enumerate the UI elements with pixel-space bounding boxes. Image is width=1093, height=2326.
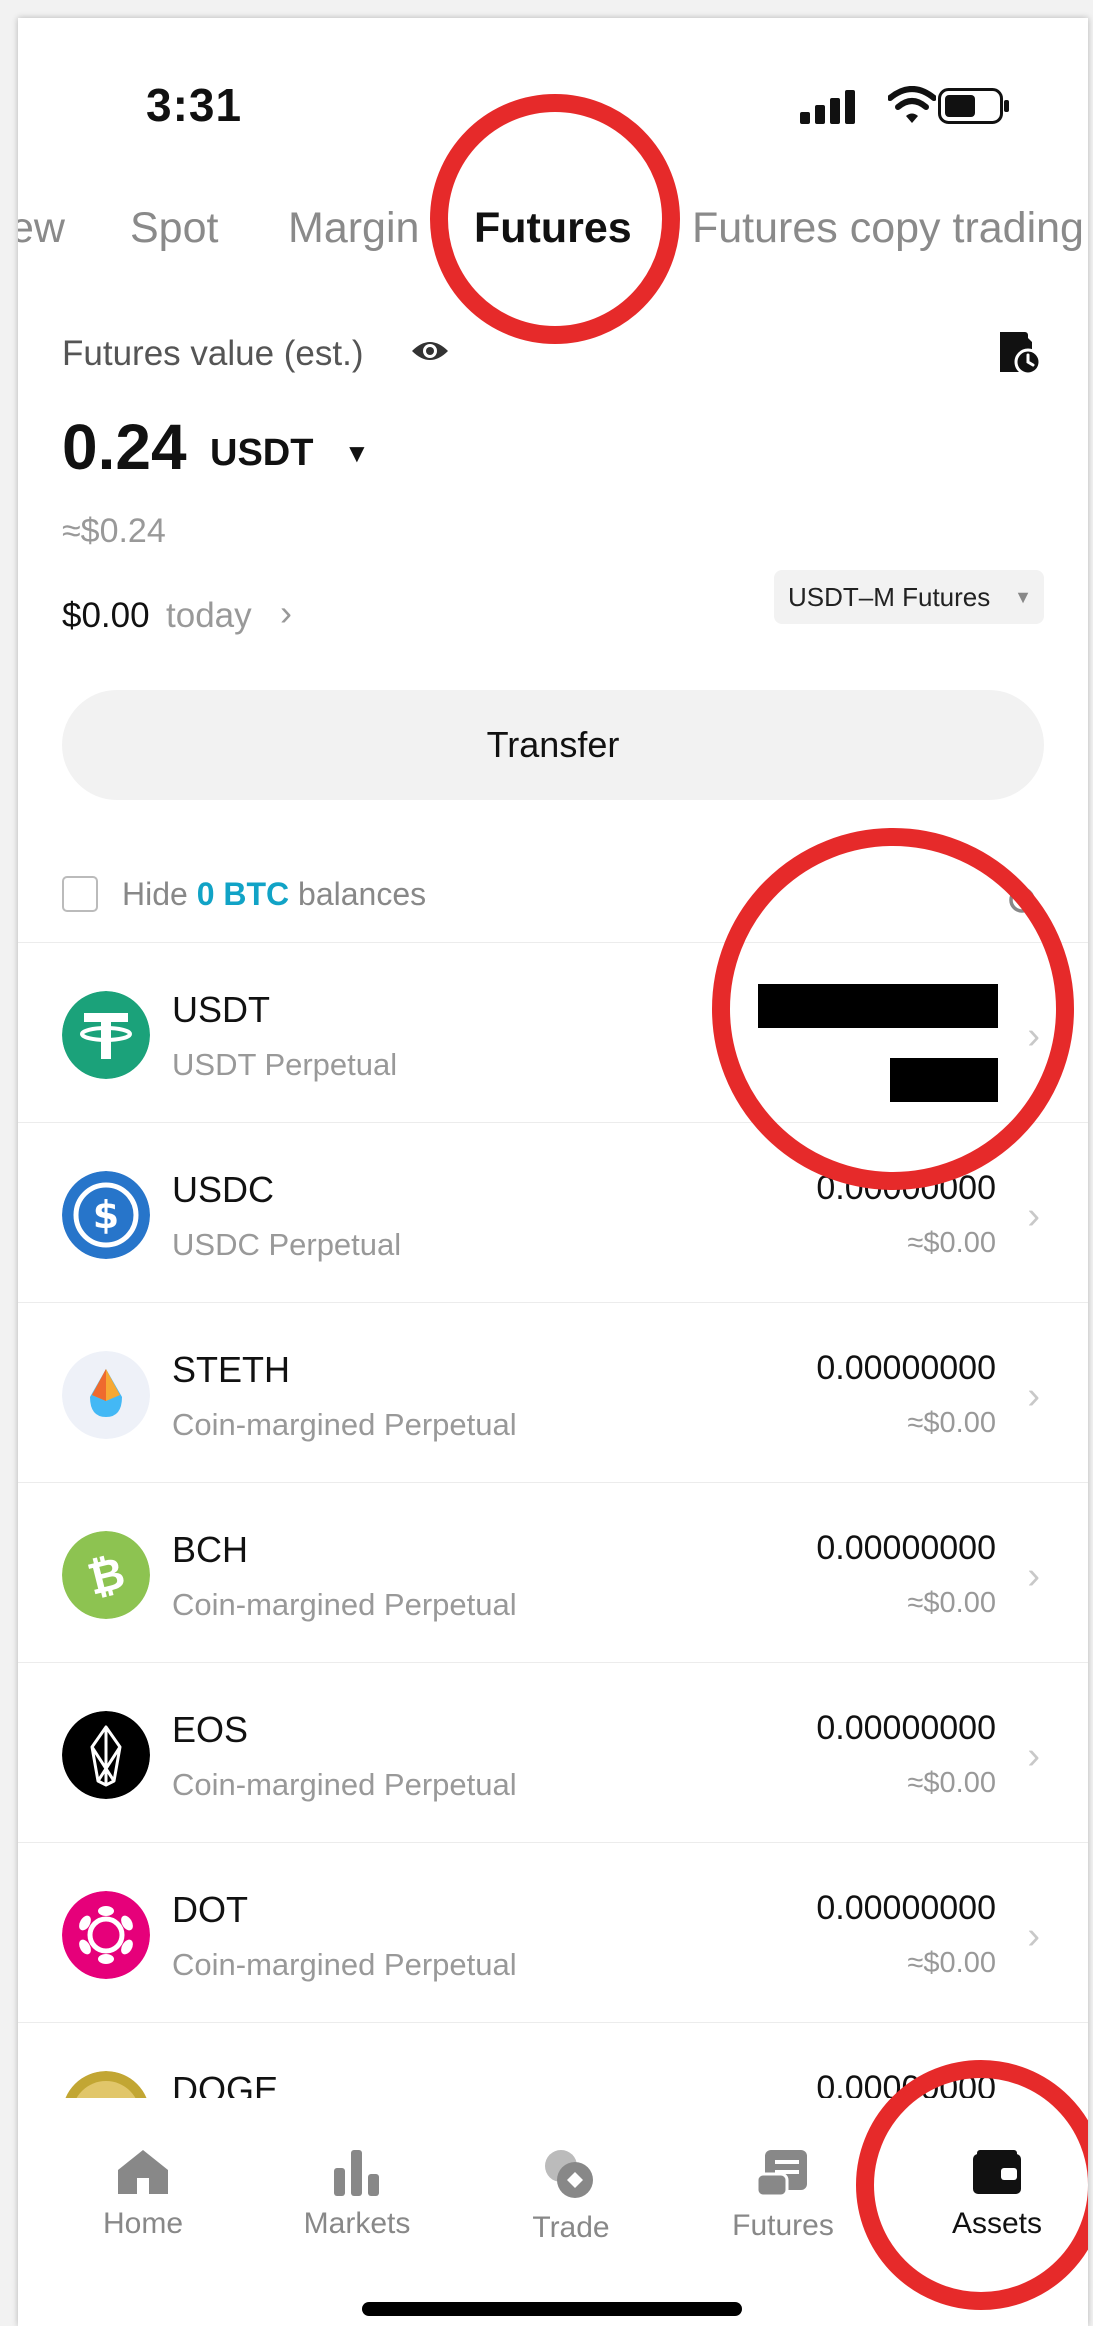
history-document-icon[interactable]: [996, 328, 1042, 376]
eye-icon[interactable]: [410, 336, 450, 366]
hide-threshold: 0 BTC: [196, 876, 290, 912]
tab-spot[interactable]: Spot: [130, 204, 218, 253]
asset-row-usdc[interactable]: $ USDC USDC Perpetual 0.00000000 ≈$0.00 …: [18, 1122, 1088, 1303]
nav-markets[interactable]: Markets: [282, 2148, 432, 2241]
caret-down-icon[interactable]: ▼: [344, 438, 370, 469]
tether-icon: [62, 991, 150, 1079]
asset-usd-value: ≈$0.00: [907, 1767, 997, 1799]
nav-label: Home: [102, 2207, 184, 2240]
asset-usd-value: ≈$0.00: [907, 1947, 997, 1979]
trade-icon: [545, 2150, 593, 2198]
asset-name: STETH: [172, 1349, 291, 1390]
bottom-tab-bar: Home Markets Trade Futures Assets: [18, 2098, 1088, 2326]
nav-label: Futures: [732, 2209, 834, 2242]
asset-name: EOS: [172, 1709, 249, 1750]
futures-type-select[interactable]: USDT–M Futures ▼: [774, 570, 1044, 624]
asset-row-eos[interactable]: EOS Coin-margined Perpetual 0.00000000 ≈…: [18, 1662, 1088, 1843]
usdc-icon: $: [62, 1171, 150, 1259]
tab-overview[interactable]: ew: [18, 204, 65, 253]
asset-name: DOT: [172, 1889, 248, 1930]
asset-subtitle: Coin-margined Perpetual: [172, 1587, 517, 1622]
chevron-right-icon: ›: [1027, 1555, 1040, 1597]
wifi-icon: [888, 86, 936, 123]
tab-futures-copy-trading[interactable]: Futures copy trading: [692, 204, 1084, 253]
battery-icon: [938, 88, 1009, 124]
futures-value-label: Futures value (est.): [62, 334, 364, 373]
asset-name: USDT: [172, 989, 270, 1030]
asset-usd-value: ≈$0.00: [907, 1407, 997, 1439]
tab-margin[interactable]: Margin: [288, 204, 419, 253]
asset-row-dot[interactable]: DOT Coin-margined Perpetual 0.00000000 ≈…: [18, 1842, 1088, 2023]
asset-subtitle: Coin-margined Perpetual: [172, 1407, 517, 1442]
asset-subtitle: USDT Perpetual: [172, 1047, 398, 1082]
asset-row-steth[interactable]: STETH Coin-margined Perpetual 0.00000000…: [18, 1302, 1088, 1483]
wallet-icon: [973, 2150, 1021, 2194]
futures-icon: [755, 2150, 807, 2198]
redacted-amount: [758, 984, 998, 1028]
nav-trade[interactable]: Trade: [496, 2148, 646, 2245]
asset-name: BCH: [172, 1529, 249, 1570]
futures-balance: 0.24: [62, 411, 187, 483]
asset-usd-value: ≈$0.00: [907, 1227, 997, 1259]
today-pnl-value[interactable]: $0.00: [62, 596, 150, 636]
bitcoin-cash-icon: ₿: [62, 1531, 150, 1619]
balance-unit[interactable]: USDT: [210, 432, 313, 475]
hide-balances-label[interactable]: Hide 0 BTC balances: [122, 876, 426, 913]
balance-usd-approx: ≈$0.24: [62, 512, 166, 550]
eos-icon: [62, 1711, 150, 1799]
chevron-right-icon: ›: [1027, 1015, 1040, 1057]
phone-screen: 3:31 ew Spot Margin Futures Futures copy…: [18, 18, 1088, 2326]
status-time: 3:31: [146, 79, 243, 131]
home-icon: [118, 2150, 168, 2194]
hide-prefix: Hide: [122, 876, 188, 912]
futures-type-label: USDT–M Futures: [788, 582, 991, 612]
asset-row-bch[interactable]: ₿ BCH Coin-margined Perpetual 0.00000000…: [18, 1482, 1088, 1663]
steth-icon: [62, 1351, 150, 1439]
search-icon[interactable]: [1008, 886, 1042, 920]
asset-subtitle: Coin-margined Perpetual: [172, 1767, 517, 1802]
chevron-right-icon: ›: [1027, 1195, 1040, 1237]
nav-assets[interactable]: Assets: [922, 2148, 1072, 2241]
home-indicator: [362, 2302, 742, 2316]
nav-home[interactable]: Home: [68, 2148, 218, 2241]
hide-suffix: balances: [298, 876, 427, 912]
hide-balances-checkbox[interactable]: [62, 876, 98, 912]
transfer-button[interactable]: Transfer: [62, 690, 1044, 800]
asset-subtitle: Coin-margined Perpetual: [172, 1947, 517, 1982]
asset-subtitle: USDC Perpetual: [172, 1227, 402, 1262]
svg-text:$: $: [93, 1193, 119, 1237]
nav-label: Assets: [951, 2207, 1043, 2240]
cellular-signal-icon: [800, 90, 855, 124]
chevron-right-icon: ›: [1027, 1375, 1040, 1417]
asset-amount: 0.00000000: [816, 1529, 996, 1567]
asset-name: USDC: [172, 1169, 275, 1210]
chevron-right-icon: ›: [1027, 1915, 1040, 1957]
asset-amount: 0.00000000: [816, 1709, 996, 1747]
asset-usd-value: ≈$0.00: [907, 1587, 997, 1619]
polkadot-icon: [62, 1891, 150, 1979]
dropdown-triangle-icon: ▼: [1014, 587, 1032, 607]
asset-amount: 0.00000000: [816, 1889, 996, 1927]
nav-label: Markets: [303, 2207, 411, 2240]
tab-futures[interactable]: Futures: [474, 204, 632, 253]
asset-amount: 0.00000000: [816, 1169, 996, 1207]
today-pnl-label[interactable]: today: [166, 596, 252, 636]
asset-amount: 0.00000000: [816, 1349, 996, 1387]
bar-chart-icon: [334, 2150, 379, 2196]
chevron-right-icon[interactable]: ›: [280, 592, 292, 634]
chevron-right-icon: ›: [1027, 1735, 1040, 1777]
nav-futures[interactable]: Futures: [708, 2148, 858, 2243]
redacted-usd-value: [890, 1058, 998, 1102]
nav-label: Trade: [532, 2211, 610, 2244]
